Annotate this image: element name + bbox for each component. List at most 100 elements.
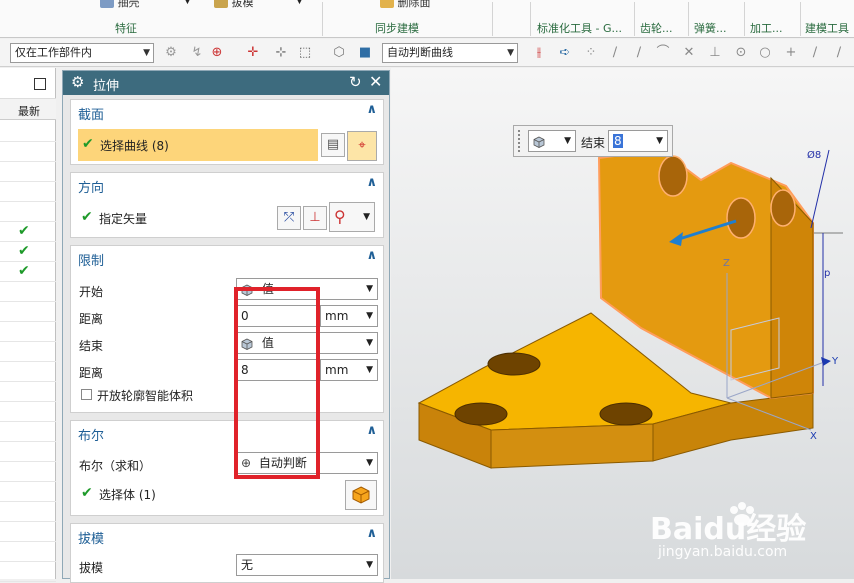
- end-point-icon[interactable]: ∕: [606, 44, 624, 62]
- boolean-select[interactable]: ⊕ 自动判断 ▼: [236, 452, 378, 474]
- height-dimension[interactable]: p: [824, 268, 830, 279]
- list-item[interactable]: [0, 562, 56, 582]
- boolean-header[interactable]: 布尔 ∧: [71, 421, 383, 445]
- list-item[interactable]: [0, 502, 56, 522]
- group-machining[interactable]: 加工...: [750, 20, 783, 36]
- mid-point-icon[interactable]: ∕: [630, 44, 648, 62]
- list-item[interactable]: ✔: [0, 262, 56, 282]
- maximize-icon[interactable]: [34, 78, 46, 90]
- direction-header[interactable]: 方向 ∧: [71, 173, 383, 197]
- wall-hole[interactable]: [770, 189, 796, 227]
- group-gear[interactable]: 齿轮...: [640, 20, 673, 36]
- shell-tool[interactable]: 抽壳: [100, 0, 140, 10]
- base-hole[interactable]: [487, 352, 541, 376]
- sketch-section-button[interactable]: ▤: [321, 133, 345, 157]
- list-item[interactable]: [0, 522, 56, 542]
- vector-dialog-button[interactable]: ⊥: [303, 206, 327, 230]
- point-on-face-icon[interactable]: ∕: [830, 44, 848, 62]
- list-item[interactable]: [0, 282, 56, 302]
- more-arrow-icon[interactable]: ▼: [184, 0, 191, 6]
- list-item[interactable]: [0, 202, 56, 222]
- target-icon[interactable]: ⊹: [272, 44, 290, 62]
- list-item[interactable]: [0, 322, 56, 342]
- curve-button[interactable]: ⌖: [347, 131, 377, 161]
- start-distance-input[interactable]: 0: [236, 305, 320, 327]
- base-face-front[interactable]: [490, 423, 654, 469]
- quadrant-point-icon[interactable]: ⊙: [732, 44, 750, 62]
- dialog-titlebar[interactable]: ⚙ 拉伸 ↻ ✕: [63, 71, 389, 95]
- draft-select[interactable]: 无 ▼: [236, 554, 378, 576]
- end-value-input[interactable]: 8 ▼: [608, 130, 668, 152]
- select-body-button[interactable]: [345, 480, 377, 510]
- base-hole[interactable]: [599, 402, 653, 426]
- list-item[interactable]: [0, 362, 56, 382]
- list-item[interactable]: [0, 462, 56, 482]
- arc-center-icon[interactable]: ⊥: [706, 44, 724, 62]
- collapse-icon[interactable]: ∧: [366, 175, 377, 190]
- list-item[interactable]: ✔: [0, 242, 56, 262]
- list-item[interactable]: [0, 422, 56, 442]
- list-item[interactable]: [0, 302, 56, 322]
- list-item[interactable]: [0, 402, 56, 422]
- more-arrow-icon[interactable]: ▼: [296, 0, 303, 6]
- stop-at-intersection-icon[interactable]: ⫲: [530, 44, 548, 62]
- list-item[interactable]: [0, 182, 56, 202]
- solid-body-icon[interactable]: ■: [356, 44, 374, 62]
- reset-icon[interactable]: ↻: [349, 73, 362, 91]
- drag-handle[interactable]: [518, 130, 522, 152]
- start-unit-select[interactable]: mm ▼: [320, 305, 378, 327]
- list-item[interactable]: [0, 342, 56, 362]
- selection-scope-select[interactable]: 仅在工作部件内 ▼: [10, 43, 154, 63]
- snap-point-icon[interactable]: ⊕: [208, 44, 226, 62]
- end-distance-input[interactable]: 8: [236, 359, 320, 381]
- feature-selection-icon[interactable]: ↯: [188, 44, 206, 62]
- body-filter-icon[interactable]: ⬡: [330, 44, 348, 62]
- list-item[interactable]: ✔: [0, 222, 56, 242]
- reverse-direction-button[interactable]: ⤱: [277, 206, 301, 230]
- end-unit-select[interactable]: mm ▼: [320, 359, 378, 381]
- box-select-icon[interactable]: ⬚: [296, 44, 314, 62]
- select-curve-row[interactable]: ✔ 选择曲线 (8): [78, 129, 318, 161]
- cursor-point-icon[interactable]: ✛: [244, 44, 262, 62]
- list-item[interactable]: [0, 122, 56, 142]
- limit-type-select[interactable]: ▼: [528, 130, 576, 152]
- list-item[interactable]: [0, 482, 56, 502]
- start-type-select[interactable]: 值 ▼: [236, 278, 378, 300]
- wall-hole[interactable]: [726, 197, 756, 239]
- group-standard-tools[interactable]: 标准化工具 - G...: [537, 20, 622, 36]
- limits-header[interactable]: 限制 ∧: [71, 246, 383, 270]
- list-item[interactable]: [0, 162, 56, 182]
- close-icon[interactable]: ✕: [369, 72, 382, 91]
- group-spring[interactable]: 弹簧...: [694, 20, 727, 36]
- vector-type-dropdown[interactable]: ⚲ ▼: [329, 202, 375, 232]
- draft-tool[interactable]: 拔模: [214, 0, 254, 10]
- collapse-icon[interactable]: ∧: [366, 102, 377, 117]
- open-profile-checkbox[interactable]: [81, 389, 92, 400]
- existing-point-icon[interactable]: +: [782, 44, 800, 62]
- end-type-select[interactable]: 值 ▼: [236, 332, 378, 354]
- navigator-column-header[interactable]: 最新: [0, 98, 56, 120]
- wall-hole[interactable]: [658, 155, 688, 197]
- list-item[interactable]: [0, 142, 56, 162]
- point-on-curve-icon[interactable]: ∕: [806, 44, 824, 62]
- snap-points-icon[interactable]: ⁘: [582, 44, 600, 62]
- gear-icon[interactable]: ⚙: [71, 73, 84, 91]
- delete-face-tool[interactable]: 删除面: [380, 0, 431, 10]
- draft-header[interactable]: 拔模 ∧: [71, 524, 383, 548]
- base-hole[interactable]: [454, 402, 508, 426]
- list-item[interactable]: [0, 442, 56, 462]
- diameter-dimension[interactable]: Ø8: [807, 149, 821, 161]
- collapse-icon[interactable]: ∧: [366, 248, 377, 263]
- list-item[interactable]: [0, 542, 56, 562]
- list-item[interactable]: [0, 382, 56, 402]
- collapse-icon[interactable]: ∧: [366, 526, 377, 541]
- control-point-icon[interactable]: ⌒: [654, 44, 672, 62]
- section-header[interactable]: 截面 ∧: [71, 100, 383, 124]
- curve-rule-select[interactable]: 自动判断曲线 ▼: [382, 43, 518, 63]
- group-modeling-tools[interactable]: 建模工具: [805, 20, 849, 36]
- intersection-point-icon[interactable]: ✕: [680, 44, 698, 62]
- circle-point-icon[interactable]: ○: [756, 44, 774, 62]
- collapse-icon[interactable]: ∧: [366, 423, 377, 438]
- follow-fillet-icon[interactable]: ➪: [556, 44, 574, 62]
- general-selection-icon[interactable]: ⚙: [162, 44, 180, 62]
